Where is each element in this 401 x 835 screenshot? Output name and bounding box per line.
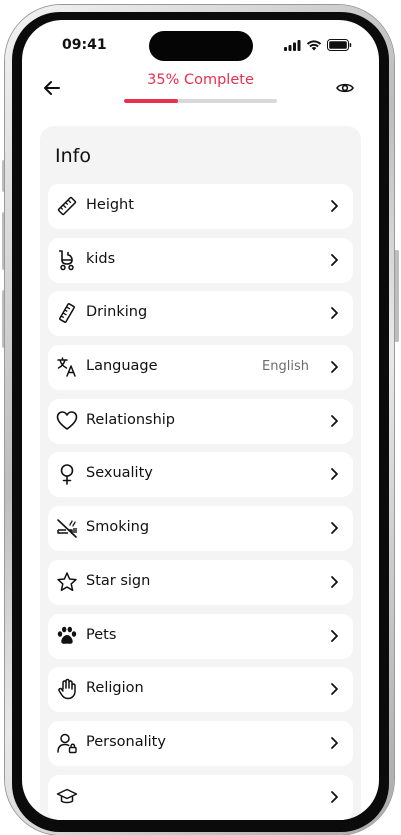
chevron-right-icon <box>329 629 339 643</box>
info-row-height[interactable]: Height <box>48 184 353 229</box>
info-row-pets[interactable]: Pets <box>48 613 353 659</box>
battery-icon <box>327 39 352 51</box>
row-label: kids <box>86 250 116 267</box>
paw-icon <box>56 625 78 647</box>
info-list: Height kids Drinking Language English Re… <box>48 184 353 820</box>
info-row-smoking[interactable]: Smoking <box>48 506 353 552</box>
chevron-right-icon <box>329 199 339 213</box>
row-label: Smoking <box>86 519 150 536</box>
row-label: Relationship <box>86 411 176 428</box>
row-value: English <box>262 359 309 375</box>
chevron-right-icon <box>329 790 339 804</box>
chevron-right-icon <box>329 360 339 374</box>
status-time: 09:41 <box>62 37 107 53</box>
chevron-right-icon <box>329 521 339 535</box>
female-icon <box>56 463 78 486</box>
status-icons <box>284 39 352 51</box>
info-row-education[interactable] <box>48 774 353 820</box>
header: 35% Complete <box>22 68 379 108</box>
chevron-right-icon <box>329 467 339 481</box>
row-label: Sexuality <box>86 465 153 482</box>
info-row-star-sign[interactable]: Star sign <box>48 559 353 605</box>
wifi-icon <box>306 39 322 51</box>
chevron-right-icon <box>329 253 339 267</box>
info-row-kids[interactable]: kids <box>48 237 353 283</box>
eye-icon[interactable] <box>335 78 355 98</box>
graduation-cap-icon <box>56 786 78 808</box>
row-label: Religion <box>86 680 144 697</box>
chevron-right-icon <box>329 682 339 696</box>
chevron-right-icon <box>329 575 339 589</box>
row-label: Language <box>86 358 158 375</box>
translate-icon <box>56 356 78 378</box>
row-label: Height <box>86 197 134 213</box>
ruler-icon <box>56 195 78 217</box>
info-card: Info Height kids Drinking Language Engli… <box>40 126 361 820</box>
phone-screen: 09:41 35% Complete Info Height kids Drin… <box>22 20 379 820</box>
progress-label: 35% Complete <box>147 72 254 88</box>
progress-bar-fill <box>124 99 178 103</box>
info-title: Info <box>55 145 91 167</box>
signal-icon <box>284 39 301 51</box>
info-row-drinking[interactable]: Drinking <box>48 291 353 337</box>
info-row-language[interactable]: Language English <box>48 345 353 391</box>
star-icon <box>56 571 78 593</box>
chevron-right-icon <box>329 736 339 750</box>
row-label: Personality <box>86 733 166 750</box>
progress-bar <box>124 99 277 103</box>
row-label: Star sign <box>86 572 151 589</box>
chevron-right-icon <box>329 306 339 320</box>
stroller-icon <box>56 249 78 271</box>
chevron-right-icon <box>329 414 339 428</box>
row-label: Drinking <box>86 304 148 321</box>
row-label: Pets <box>86 626 117 643</box>
person-icon <box>56 732 78 754</box>
no-smoking-icon <box>56 517 78 539</box>
heart-icon <box>56 410 78 432</box>
info-row-religion[interactable]: Religion <box>48 667 353 713</box>
info-row-personality[interactable]: Personality <box>48 720 353 766</box>
status-bar: 09:41 <box>22 20 379 64</box>
info-row-relationship[interactable]: Relationship <box>48 398 353 444</box>
hand-icon <box>56 678 78 700</box>
ruler-icon <box>56 302 78 324</box>
info-row-sexuality[interactable]: Sexuality <box>48 452 353 498</box>
phone-power-button <box>394 250 399 342</box>
dynamic-island <box>149 31 253 61</box>
